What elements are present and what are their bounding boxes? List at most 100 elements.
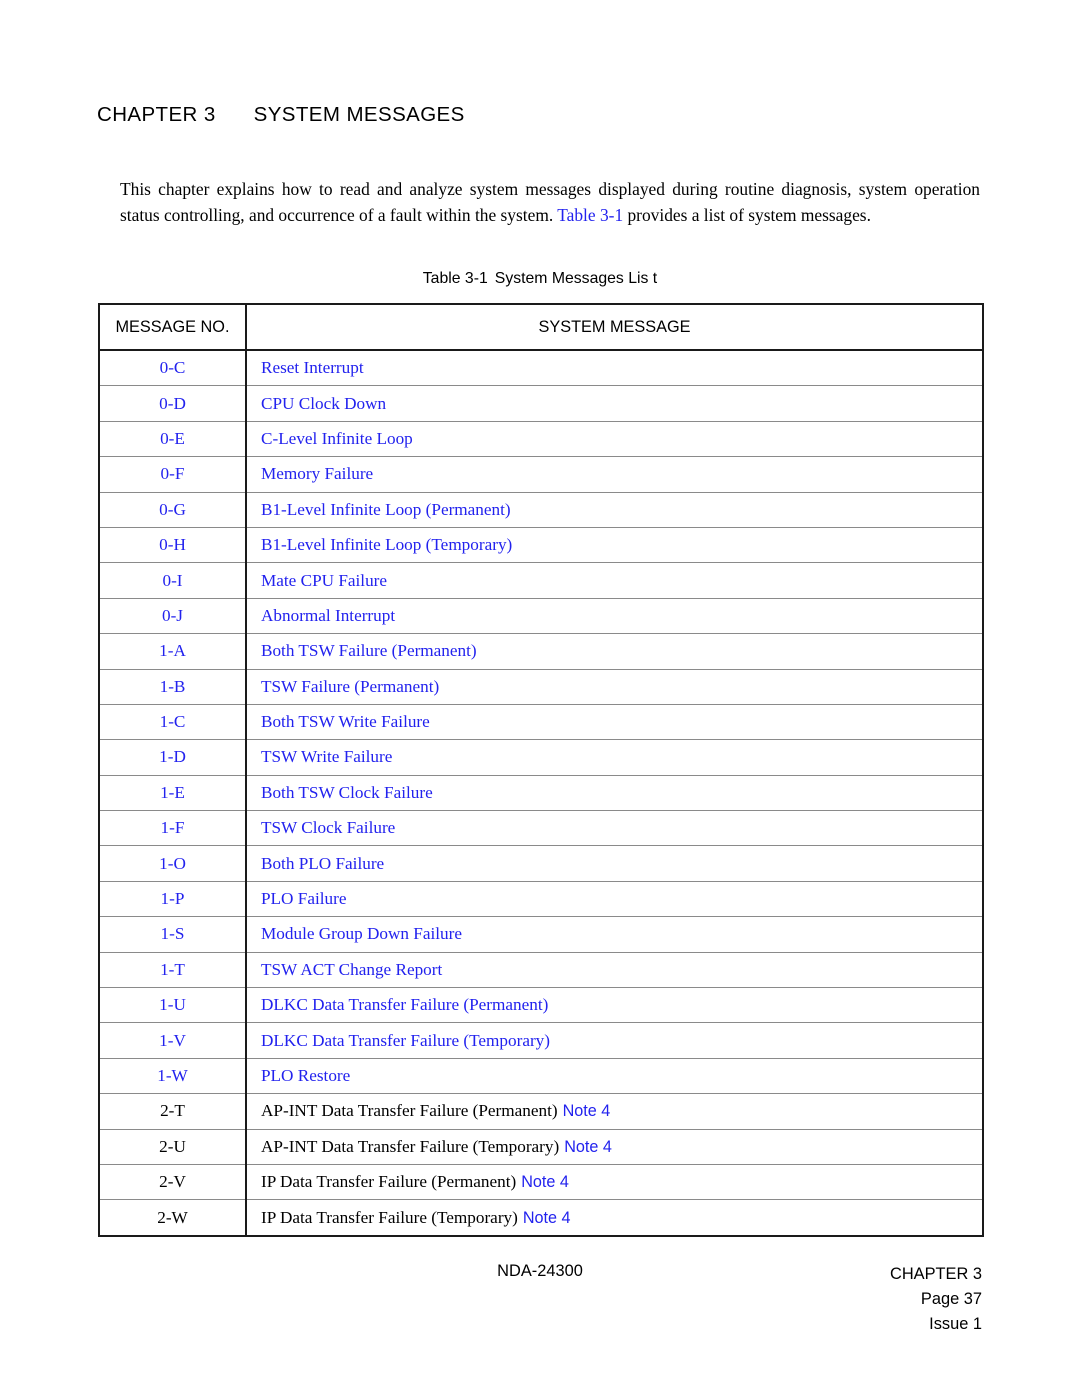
cell-message-no: 1-E xyxy=(99,774,247,811)
table-row[interactable]: 1-U DLKC Data Transfer Failure (Permanent… xyxy=(99,987,983,1023)
system-message-text: DLKC Data Transfer Failure (Permanent) xyxy=(261,995,549,1015)
cell-message-no: 2-U xyxy=(99,1128,247,1165)
table-row[interactable]: 1-F TSW Clock Failure xyxy=(99,810,983,846)
table-row[interactable]: 1-T TSW ACT Change Report xyxy=(99,951,983,988)
cell-system-message: Mate CPU Failure xyxy=(246,562,983,599)
table-row[interactable]: 1-A Both TSW Failure (Permanent) xyxy=(99,633,983,670)
cell-message-no: 1-F xyxy=(99,810,247,846)
cell-message-no: 0-G xyxy=(99,491,247,528)
cell-system-message: PLO Failure xyxy=(246,880,983,917)
cell-message-no: 0-D xyxy=(99,385,247,422)
table-row[interactable]: 1-E Both TSW Clock Failure xyxy=(99,774,983,811)
cell-system-message: Both TSW Write Failure xyxy=(246,703,983,740)
table-row[interactable]: 0-D CPU Clock Down xyxy=(99,385,983,422)
cell-message-no: 0-I xyxy=(99,562,247,599)
system-message-text: Reset Interrupt xyxy=(261,358,364,378)
footer-chapter: CHAPTER 3 xyxy=(890,1265,982,1283)
table-row[interactable]: 1-B TSW Failure (Permanent) xyxy=(99,668,983,705)
cell-message-no: 0-H xyxy=(99,526,247,563)
system-message-text: B1-Level Infinite Loop (Permanent) xyxy=(261,499,511,519)
table-row: 2-T AP-INT Data Transfer Failure (Permane… xyxy=(99,1093,983,1130)
cell-system-message: IP Data Transfer Failure (Temporary) Note… xyxy=(246,1199,983,1236)
system-message-text: TSW Clock Failure xyxy=(261,818,396,838)
table-row[interactable]: 1-W PLO Restore xyxy=(99,1057,983,1094)
system-message-text: CPU Clock Down xyxy=(261,393,387,413)
cell-message-no: 1-P xyxy=(99,880,247,917)
table-row[interactable]: 0-H B1-Level Infinite Loop (Temporary) xyxy=(99,526,983,563)
chapter-label: CHAPTER 3 xyxy=(97,103,216,126)
note-reference-link[interactable]: Note 4 xyxy=(564,1138,612,1156)
cell-message-no: 2-V xyxy=(99,1163,247,1200)
intro-text-part2: provides a list of system messages. xyxy=(623,204,871,225)
table-caption-title: System Messages Lis t xyxy=(494,270,658,287)
table-row[interactable]: 1-V DLKC Data Transfer Failure (Temporary… xyxy=(99,1022,983,1059)
system-message-text: B1-Level Infinite Loop (Temporary) xyxy=(261,535,513,555)
table-row[interactable]: 0-E C-Level Infinite Loop xyxy=(99,420,983,457)
table-row[interactable]: 0-F Memory Failure xyxy=(99,456,983,493)
cell-system-message: DLKC Data Transfer Failure (Permanent) xyxy=(246,987,983,1023)
cell-message-no: 2-T xyxy=(99,1093,247,1130)
system-messages-table-container: MESSAGE NO. SYSTEM MESSAGE 0-C Reset Inte… xyxy=(98,303,984,1237)
system-message-text: Both PLO Failure xyxy=(261,853,385,873)
table-row[interactable]: 1-D TSW Write Failure xyxy=(99,739,983,776)
table-row[interactable]: 1-C Both TSW Write Failure xyxy=(99,703,983,740)
cell-message-no: 0-E xyxy=(99,420,247,457)
cell-system-message: Memory Failure xyxy=(246,456,983,493)
cell-system-message: DLKC Data Transfer Failure (Temporary) xyxy=(246,1022,983,1059)
table-row[interactable]: 1-O Both PLO Failure xyxy=(99,845,983,882)
table-row[interactable]: 0-C Reset Interrupt xyxy=(99,350,983,386)
table-header: MESSAGE NO. SYSTEM MESSAGE xyxy=(99,304,983,351)
cell-message-no: 1-S xyxy=(99,916,247,953)
cell-message-no: 2-W xyxy=(99,1199,247,1236)
note-reference-link[interactable]: Note 4 xyxy=(521,1173,569,1191)
page-footer: NDA-24300 CHAPTER 3 Page 37 Issue 1 xyxy=(0,1262,1080,1362)
cell-message-no: 1-A xyxy=(99,633,247,670)
system-message-text: AP-INT Data Transfer Failure (Permanent) xyxy=(261,1101,558,1121)
table-row[interactable]: 0-I Mate CPU Failure xyxy=(99,562,983,599)
system-message-text: Abnormal Interrupt xyxy=(261,605,396,625)
cell-system-message: B1-Level Infinite Loop (Temporary) xyxy=(246,526,983,563)
cell-message-no: 0-J xyxy=(99,597,247,634)
table-row: 2-W IP Data Transfer Failure (Temporary) N… xyxy=(99,1199,983,1236)
table-row[interactable]: 0-J Abnormal Interrupt xyxy=(99,597,983,634)
note-reference-link[interactable]: Note 4 xyxy=(563,1102,611,1120)
cell-message-no: 1-D xyxy=(99,739,247,776)
cell-system-message: TSW Failure (Permanent) xyxy=(246,668,983,705)
column-header-message-no: MESSAGE NO. xyxy=(99,304,247,351)
cell-system-message: Both PLO Failure xyxy=(246,845,983,882)
cell-system-message: Both TSW Failure (Permanent) xyxy=(246,633,983,670)
system-message-text: Both TSW Failure (Permanent) xyxy=(261,641,477,661)
system-message-text: Both TSW Clock Failure xyxy=(261,782,433,802)
page-title: CHAPTER 3 SYSTEM MESSAGES xyxy=(97,103,465,127)
system-message-text: Memory Failure xyxy=(261,464,374,484)
cell-system-message: TSW ACT Change Report xyxy=(246,951,983,988)
system-message-text: Mate CPU Failure xyxy=(261,570,388,590)
system-message-text: DLKC Data Transfer Failure (Temporary) xyxy=(261,1030,550,1050)
table-reference-link[interactable]: Table 3-1 xyxy=(557,205,623,225)
cell-system-message: AP-INT Data Transfer Failure (Permanent)… xyxy=(246,1093,983,1130)
note-reference-link[interactable]: Note 4 xyxy=(523,1209,571,1227)
cell-system-message: TSW Clock Failure xyxy=(246,810,983,846)
cell-message-no: 1-C xyxy=(99,703,247,740)
system-message-text: Both TSW Write Failure xyxy=(261,712,430,732)
intro-paragraph: This chapter explains how to read and an… xyxy=(120,177,980,228)
cell-system-message: PLO Restore xyxy=(246,1057,983,1094)
table-row: 2-V IP Data Transfer Failure (Permanent) N… xyxy=(99,1163,983,1200)
table-row: 2-U AP-INT Data Transfer Failure (Tempora… xyxy=(99,1128,983,1165)
cell-system-message: Module Group Down Failure xyxy=(246,916,983,953)
system-message-text: IP Data Transfer Failure (Permanent) xyxy=(261,1172,517,1192)
system-message-text: C-Level Infinite Loop xyxy=(261,428,413,448)
system-messages-table: MESSAGE NO. SYSTEM MESSAGE 0-C Reset Inte… xyxy=(98,303,984,1237)
cell-message-no: 1-U xyxy=(99,987,247,1023)
cell-message-no: 1-O xyxy=(99,845,247,882)
footer-right-block: CHAPTER 3 Page 37 Issue 1 xyxy=(890,1262,982,1337)
document-page: CHAPTER 3 SYSTEM MESSAGES This chapter ex… xyxy=(0,0,1080,1397)
cell-message-no: 0-C xyxy=(99,350,247,386)
footer-page-number: Page 37 xyxy=(920,1290,982,1308)
system-message-text: AP-INT Data Transfer Failure (Temporary) xyxy=(261,1136,560,1156)
system-message-text: TSW ACT Change Report xyxy=(261,959,443,979)
cell-system-message: B1-Level Infinite Loop (Permanent) xyxy=(246,491,983,528)
table-row[interactable]: 1-P PLO Failure xyxy=(99,880,983,917)
table-row[interactable]: 0-G B1-Level Infinite Loop (Permanent) xyxy=(99,491,983,528)
table-row[interactable]: 1-S Module Group Down Failure xyxy=(99,916,983,953)
